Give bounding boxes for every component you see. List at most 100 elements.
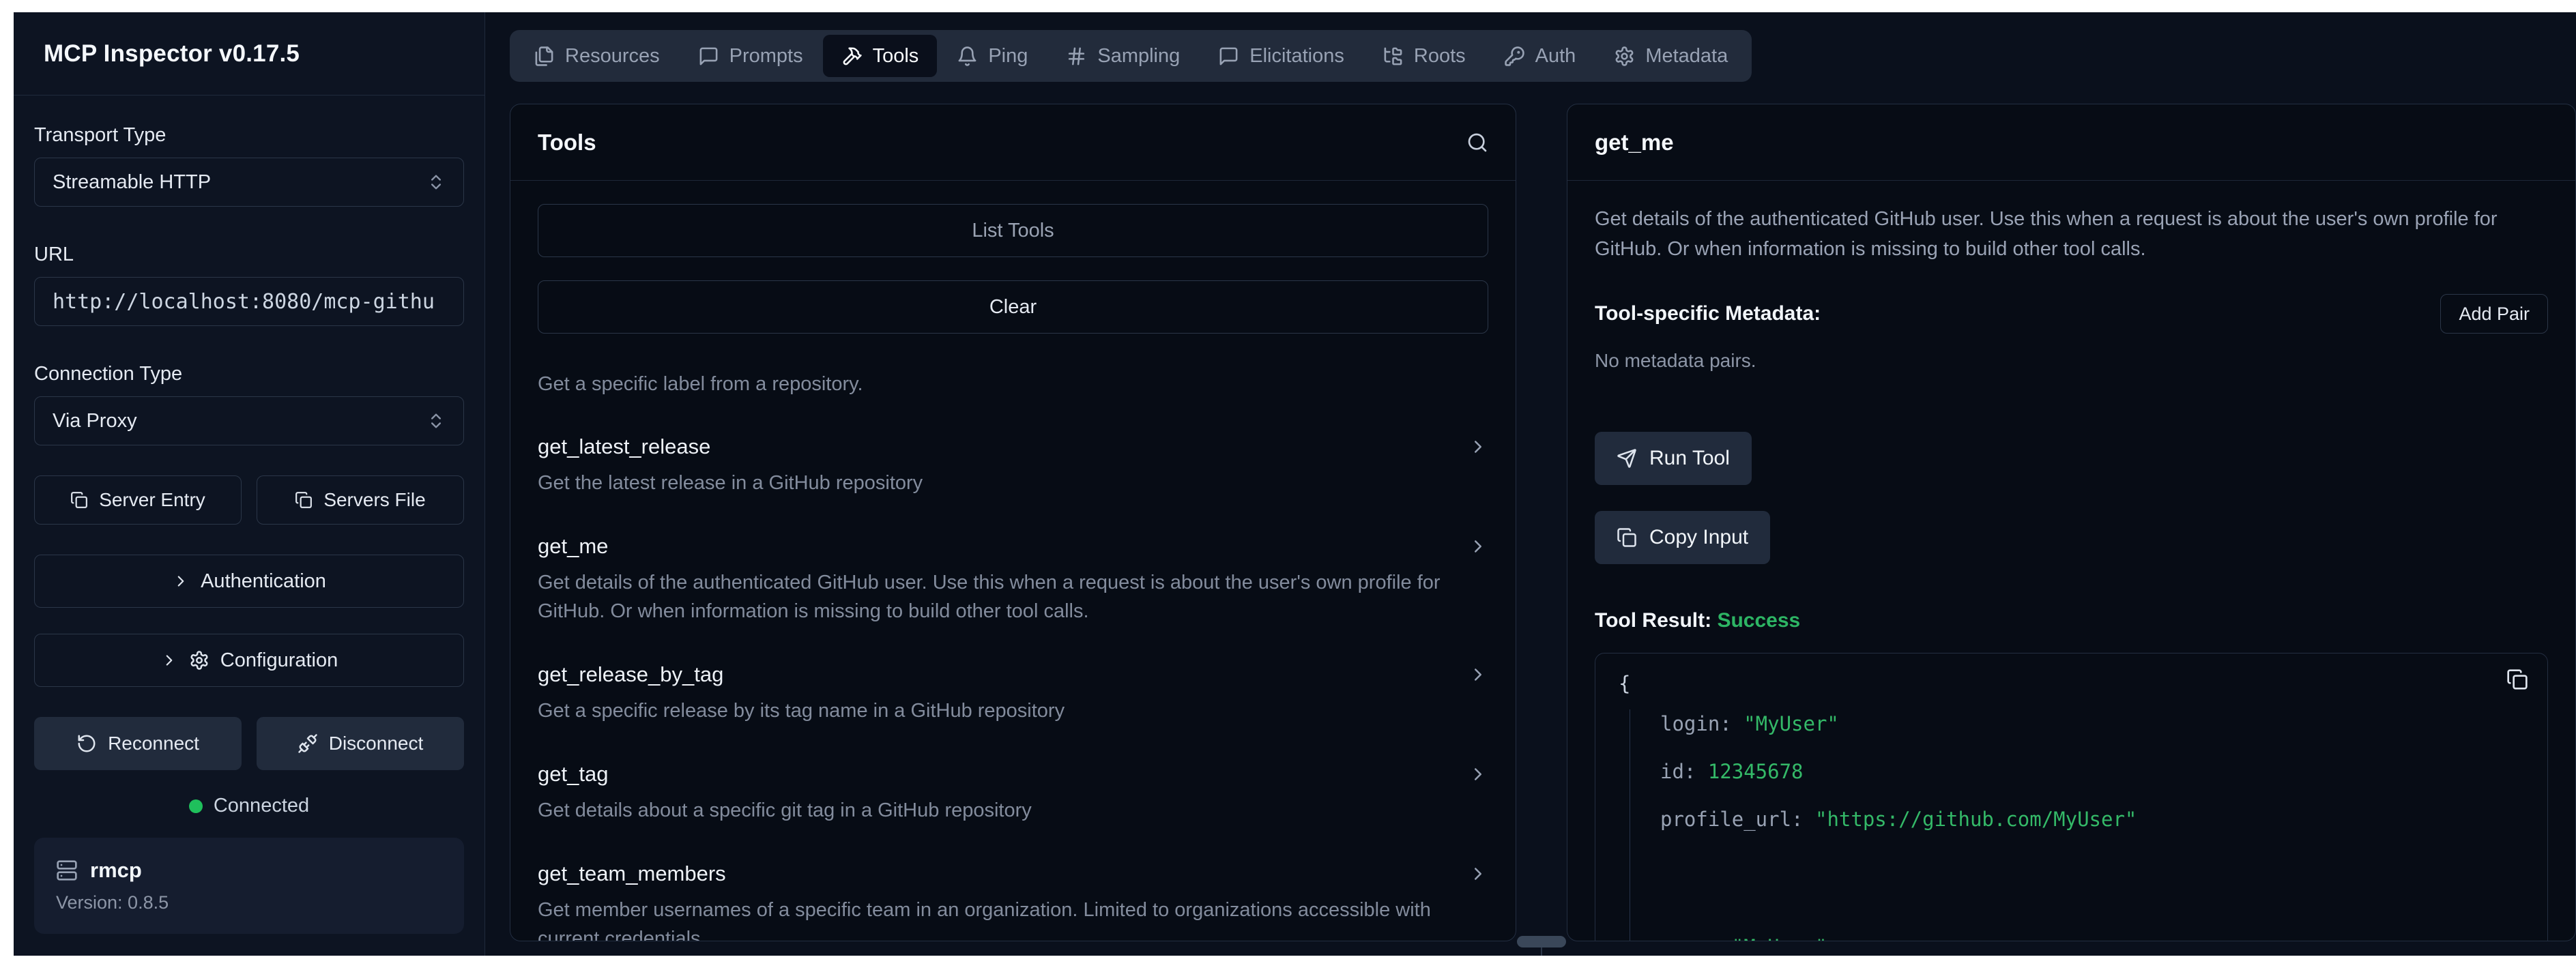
tool-item-get_me[interactable]: get_me Get details of the authenticated …: [538, 534, 1488, 626]
tool-detail-description: Get details of the authenticated GitHub …: [1595, 204, 2502, 264]
unplug-icon: [298, 733, 318, 754]
json-row: login: "MyUser": [1660, 709, 2524, 738]
reconnect-label: Reconnect: [108, 733, 199, 754]
reconnect-button[interactable]: Reconnect: [34, 717, 242, 770]
tools-panel-header: Tools: [510, 104, 1516, 181]
transport-type-select[interactable]: Streamable HTTP: [34, 158, 464, 207]
tool-item-get_release_by_tag[interactable]: get_release_by_tag Get a specific releas…: [538, 662, 1488, 725]
copy-input-button[interactable]: Copy Input: [1595, 511, 1770, 564]
tab-icon: [698, 46, 719, 67]
chevron-right-icon: [160, 651, 178, 669]
server-entry-button[interactable]: Server Entry: [34, 475, 242, 525]
panel-resize-handle[interactable]: [1517, 936, 1566, 947]
server-entry-label: Server Entry: [99, 489, 205, 511]
tool-name: get_release_by_tag: [538, 662, 723, 687]
authentication-toggle[interactable]: Authentication: [34, 555, 464, 608]
chevron-right-icon: [1468, 664, 1488, 685]
add-pair-button[interactable]: Add Pair: [2440, 294, 2548, 334]
sidebar: MCP Inspector v0.17.5 Transport Type Str…: [14, 12, 485, 956]
url-value: http://localhost:8080/mcp-githu: [53, 290, 435, 314]
transport-type-value: Streamable HTTP: [53, 171, 211, 194]
tool-name: get_me: [538, 534, 608, 559]
connection-type-label: Connection Type: [34, 363, 464, 385]
tab-label: Prompts: [729, 45, 803, 68]
tool-description: Get details about a specific git tag in …: [538, 796, 1445, 825]
tool-item-get_team_members[interactable]: get_team_members Get member usernames of…: [538, 862, 1488, 941]
tool-list: get_latest_release Get the latest releas…: [538, 435, 1488, 941]
copy-result-icon[interactable]: [2506, 668, 2528, 690]
tab-label: Auth: [1535, 45, 1576, 68]
tab-label: Metadata: [1645, 45, 1728, 68]
tab-icon: [1614, 46, 1635, 67]
chevron-right-icon: [172, 572, 190, 590]
search-icon[interactable]: [1466, 132, 1488, 153]
tool-name: get_latest_release: [538, 435, 710, 459]
connection-type-select[interactable]: Via Proxy: [34, 396, 464, 445]
tool-detail-panel: get_me Get details of the authenticated …: [1567, 104, 2576, 941]
copy-input-label: Copy Input: [1649, 526, 1748, 549]
chevron-right-icon: [1468, 536, 1488, 557]
connection-buttons-row: Reconnect Disconnect: [34, 717, 464, 770]
json-key: profile_url:: [1660, 808, 1815, 831]
tool-detail-header: get_me: [1567, 104, 2575, 181]
authentication-label: Authentication: [201, 570, 326, 593]
tool-item-get_tag[interactable]: get_tag Get details about a specific git…: [538, 762, 1488, 825]
tab-tools[interactable]: Tools: [823, 35, 938, 77]
connection-status: Connected: [34, 795, 464, 817]
copy-icon: [70, 491, 88, 509]
send-icon: [1617, 448, 1637, 469]
json-row: profile_url: "https://github.com/MyUser": [1660, 805, 2524, 834]
tool-description: Get a specific release by its tag name i…: [538, 696, 1445, 725]
run-tool-label: Run Tool: [1649, 447, 1730, 470]
metadata-row: Tool-specific Metadata: Add Pair: [1595, 294, 2548, 334]
no-metadata-text: No metadata pairs.: [1595, 350, 2548, 372]
tab-label: Resources: [565, 45, 660, 68]
panel-gutter: [1516, 104, 1567, 941]
json-key: login:: [1660, 712, 1743, 735]
tab-label: Sampling: [1097, 45, 1180, 68]
server-version: Version: 0.8.5: [56, 892, 442, 913]
tab-ping[interactable]: Ping: [938, 35, 1046, 77]
tab-icon: [1218, 46, 1239, 67]
tab-elicitations[interactable]: Elicitations: [1200, 35, 1363, 77]
list-tools-label: List Tools: [972, 220, 1054, 242]
disconnect-label: Disconnect: [329, 733, 424, 754]
tools-panel-body: List Tools Clear Get a specific label fr…: [510, 181, 1516, 941]
json-value: "MyUser": [1732, 935, 1827, 941]
tab-metadata[interactable]: Metadata: [1595, 35, 1746, 77]
clear-button[interactable]: Clear: [538, 280, 1488, 334]
connection-type-value: Via Proxy: [53, 410, 137, 432]
tab-icon: [1383, 46, 1404, 67]
json-row-clipped: name: "MyUser": [1660, 932, 2524, 941]
server-info-card: rmcp Version: 0.8.5: [34, 838, 464, 934]
run-tool-button[interactable]: Run Tool: [1595, 432, 1752, 485]
configuration-label: Configuration: [220, 649, 338, 672]
tab-resources[interactable]: Resources: [515, 35, 678, 77]
tool-result-row: Tool Result: Success: [1595, 609, 2548, 632]
tool-detail-body: Get details of the authenticated GitHub …: [1567, 181, 2575, 941]
disconnect-button[interactable]: Disconnect: [257, 717, 464, 770]
tab-sampling[interactable]: Sampling: [1047, 35, 1198, 77]
tab-prompts[interactable]: Prompts: [680, 35, 822, 77]
tab-roots[interactable]: Roots: [1364, 35, 1484, 77]
tab-icon: [957, 46, 978, 67]
chevrons-up-down-icon: [426, 411, 446, 430]
sidebar-body: Transport Type Streamable HTTP URL http:…: [14, 95, 484, 934]
tools-panel-title: Tools: [538, 130, 596, 156]
nav-tabs: Resources Prompts Tools Ping: [510, 30, 1752, 82]
tools-list-panel: Tools List Tools Clear Get a specific la…: [510, 104, 1516, 941]
json-key: name:: [1660, 935, 1732, 941]
url-input[interactable]: http://localhost:8080/mcp-githu: [34, 277, 464, 326]
server-icon: [56, 859, 78, 881]
configuration-toggle[interactable]: Configuration: [34, 634, 464, 687]
tool-description: Get the latest release in a GitHub repos…: [538, 469, 1445, 497]
list-tools-button[interactable]: List Tools: [538, 204, 1488, 257]
tab-auth[interactable]: Auth: [1486, 35, 1595, 77]
tool-result-status: Success: [1717, 609, 1800, 632]
servers-file-button[interactable]: Servers File: [257, 475, 464, 525]
tool-detail-title: get_me: [1595, 130, 1674, 156]
tab-icon: [1066, 46, 1087, 67]
tool-item-get_latest_release[interactable]: get_latest_release Get the latest releas…: [538, 435, 1488, 497]
sidebar-header: MCP Inspector v0.17.5: [14, 12, 484, 95]
tab-label: Elicitations: [1249, 45, 1344, 68]
